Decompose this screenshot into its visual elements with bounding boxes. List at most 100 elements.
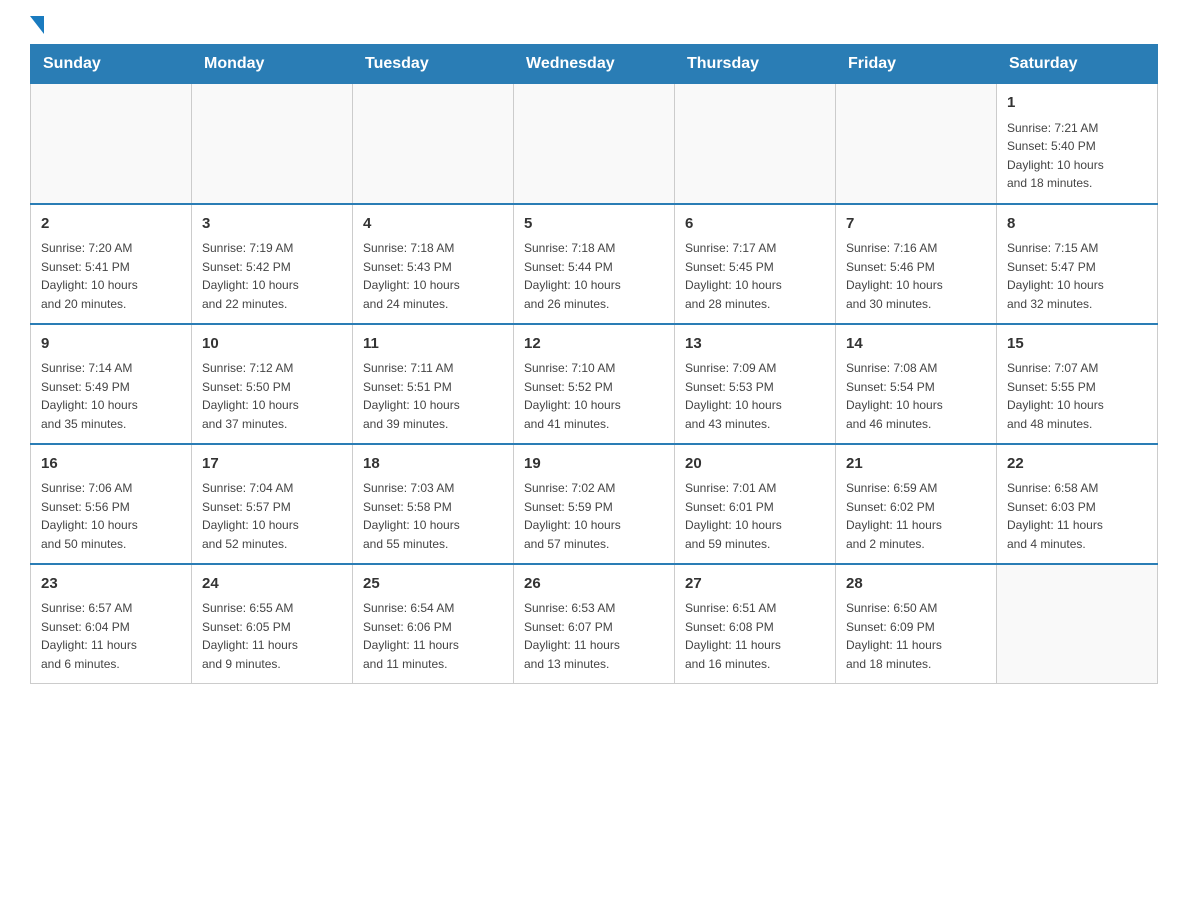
day-info: Sunrise: 6:53 AMSunset: 6:07 PMDaylight:… <box>524 599 664 673</box>
day-info: Sunrise: 7:21 AMSunset: 5:40 PMDaylight:… <box>1007 119 1147 193</box>
calendar-day-cell: 6 Sunrise: 7:17 AMSunset: 5:45 PMDaylight… <box>675 204 836 324</box>
day-number: 1 <box>1007 92 1147 115</box>
calendar-day-cell: 24 Sunrise: 6:55 AMSunset: 6:05 PMDayligh… <box>192 564 353 684</box>
calendar-day-cell: 23 Sunrise: 6:57 AMSunset: 6:04 PMDayligh… <box>31 564 192 684</box>
logo-triangle-icon <box>30 16 44 34</box>
day-of-week-header: Friday <box>836 45 997 84</box>
calendar-day-cell <box>675 84 836 204</box>
day-number: 12 <box>524 333 664 356</box>
calendar-day-cell: 4 Sunrise: 7:18 AMSunset: 5:43 PMDaylight… <box>353 204 514 324</box>
day-number: 24 <box>202 573 342 596</box>
day-number: 7 <box>846 213 986 236</box>
day-info: Sunrise: 7:11 AMSunset: 5:51 PMDaylight:… <box>363 359 503 433</box>
day-number: 4 <box>363 213 503 236</box>
day-info: Sunrise: 7:20 AMSunset: 5:41 PMDaylight:… <box>41 239 181 313</box>
calendar-day-cell: 13Sunrise: 7:09 AMSunset: 5:53 PMDayligh… <box>675 324 836 444</box>
day-number: 11 <box>363 333 503 356</box>
day-number: 6 <box>685 213 825 236</box>
day-of-week-header: Monday <box>192 45 353 84</box>
day-number: 28 <box>846 573 986 596</box>
day-info: Sunrise: 6:54 AMSunset: 6:06 PMDaylight:… <box>363 599 503 673</box>
calendar-day-cell: 16 Sunrise: 7:06 AMSunset: 5:56 PMDayligh… <box>31 444 192 564</box>
day-info: Sunrise: 6:57 AMSunset: 6:04 PMDaylight:… <box>41 599 181 673</box>
day-number: 16 <box>41 453 181 476</box>
calendar-week-row: 9 Sunrise: 7:14 AMSunset: 5:49 PMDaylight… <box>31 324 1158 444</box>
logo <box>30 20 44 34</box>
day-number: 18 <box>363 453 503 476</box>
day-number: 3 <box>202 213 342 236</box>
day-info: Sunrise: 7:17 AMSunset: 5:45 PMDaylight:… <box>685 239 825 313</box>
day-number: 17 <box>202 453 342 476</box>
calendar-day-cell: 14Sunrise: 7:08 AMSunset: 5:54 PMDayligh… <box>836 324 997 444</box>
day-info: Sunrise: 6:50 AMSunset: 6:09 PMDaylight:… <box>846 599 986 673</box>
calendar-table: SundayMondayTuesdayWednesdayThursdayFrid… <box>30 44 1158 684</box>
calendar-day-cell: 2 Sunrise: 7:20 AMSunset: 5:41 PMDaylight… <box>31 204 192 324</box>
calendar-day-cell <box>192 84 353 204</box>
calendar-day-cell: 10 Sunrise: 7:12 AMSunset: 5:50 PMDayligh… <box>192 324 353 444</box>
calendar-day-cell: 9 Sunrise: 7:14 AMSunset: 5:49 PMDaylight… <box>31 324 192 444</box>
day-number: 27 <box>685 573 825 596</box>
day-info: Sunrise: 7:10 AMSunset: 5:52 PMDaylight:… <box>524 359 664 433</box>
day-info: Sunrise: 7:19 AMSunset: 5:42 PMDaylight:… <box>202 239 342 313</box>
calendar-day-cell <box>31 84 192 204</box>
day-info: Sunrise: 7:18 AMSunset: 5:43 PMDaylight:… <box>363 239 503 313</box>
calendar-day-cell: 7Sunrise: 7:16 AMSunset: 5:46 PMDaylight… <box>836 204 997 324</box>
day-info: Sunrise: 7:04 AMSunset: 5:57 PMDaylight:… <box>202 479 342 553</box>
day-info: Sunrise: 7:07 AMSunset: 5:55 PMDaylight:… <box>1007 359 1147 433</box>
day-info: Sunrise: 7:15 AMSunset: 5:47 PMDaylight:… <box>1007 239 1147 313</box>
day-number: 25 <box>363 573 503 596</box>
day-info: Sunrise: 6:59 AMSunset: 6:02 PMDaylight:… <box>846 479 986 553</box>
day-of-week-header: Saturday <box>997 45 1158 84</box>
calendar-day-cell: 15 Sunrise: 7:07 AMSunset: 5:55 PMDayligh… <box>997 324 1158 444</box>
calendar-day-cell: 25 Sunrise: 6:54 AMSunset: 6:06 PMDayligh… <box>353 564 514 684</box>
calendar-day-cell: 1 Sunrise: 7:21 AMSunset: 5:40 PMDaylight… <box>997 84 1158 204</box>
calendar-day-cell: 3 Sunrise: 7:19 AMSunset: 5:42 PMDaylight… <box>192 204 353 324</box>
calendar-day-cell: 17 Sunrise: 7:04 AMSunset: 5:57 PMDayligh… <box>192 444 353 564</box>
page-header <box>30 20 1158 34</box>
day-info: Sunrise: 7:01 AMSunset: 6:01 PMDaylight:… <box>685 479 825 553</box>
day-number: 21 <box>846 453 986 476</box>
calendar-day-cell: 18 Sunrise: 7:03 AMSunset: 5:58 PMDayligh… <box>353 444 514 564</box>
day-number: 9 <box>41 333 181 356</box>
day-number: 2 <box>41 213 181 236</box>
calendar-day-cell: 22Sunrise: 6:58 AMSunset: 6:03 PMDayligh… <box>997 444 1158 564</box>
day-info: Sunrise: 6:55 AMSunset: 6:05 PMDaylight:… <box>202 599 342 673</box>
calendar-day-cell <box>514 84 675 204</box>
calendar-header-row: SundayMondayTuesdayWednesdayThursdayFrid… <box>31 45 1158 84</box>
day-number: 10 <box>202 333 342 356</box>
day-number: 20 <box>685 453 825 476</box>
day-of-week-header: Tuesday <box>353 45 514 84</box>
day-info: Sunrise: 7:14 AMSunset: 5:49 PMDaylight:… <box>41 359 181 433</box>
calendar-day-cell: 26 Sunrise: 6:53 AMSunset: 6:07 PMDayligh… <box>514 564 675 684</box>
calendar-day-cell: 8 Sunrise: 7:15 AMSunset: 5:47 PMDaylight… <box>997 204 1158 324</box>
calendar-day-cell <box>836 84 997 204</box>
calendar-week-row: 23 Sunrise: 6:57 AMSunset: 6:04 PMDayligh… <box>31 564 1158 684</box>
day-number: 19 <box>524 453 664 476</box>
day-info: Sunrise: 6:58 AMSunset: 6:03 PMDaylight:… <box>1007 479 1147 553</box>
calendar-day-cell: 28 Sunrise: 6:50 AMSunset: 6:09 PMDayligh… <box>836 564 997 684</box>
day-number: 26 <box>524 573 664 596</box>
day-info: Sunrise: 7:12 AMSunset: 5:50 PMDaylight:… <box>202 359 342 433</box>
calendar-week-row: 1 Sunrise: 7:21 AMSunset: 5:40 PMDaylight… <box>31 84 1158 204</box>
day-info: Sunrise: 7:06 AMSunset: 5:56 PMDaylight:… <box>41 479 181 553</box>
day-of-week-header: Wednesday <box>514 45 675 84</box>
day-number: 14 <box>846 333 986 356</box>
calendar-day-cell: 27 Sunrise: 6:51 AMSunset: 6:08 PMDayligh… <box>675 564 836 684</box>
day-of-week-header: Sunday <box>31 45 192 84</box>
calendar-day-cell: 12 Sunrise: 7:10 AMSunset: 5:52 PMDayligh… <box>514 324 675 444</box>
day-number: 5 <box>524 213 664 236</box>
calendar-day-cell <box>997 564 1158 684</box>
calendar-day-cell: 5 Sunrise: 7:18 AMSunset: 5:44 PMDaylight… <box>514 204 675 324</box>
calendar-day-cell: 21 Sunrise: 6:59 AMSunset: 6:02 PMDayligh… <box>836 444 997 564</box>
day-info: Sunrise: 6:51 AMSunset: 6:08 PMDaylight:… <box>685 599 825 673</box>
day-info: Sunrise: 7:18 AMSunset: 5:44 PMDaylight:… <box>524 239 664 313</box>
day-number: 23 <box>41 573 181 596</box>
calendar-day-cell <box>353 84 514 204</box>
day-info: Sunrise: 7:03 AMSunset: 5:58 PMDaylight:… <box>363 479 503 553</box>
calendar-day-cell: 11 Sunrise: 7:11 AMSunset: 5:51 PMDayligh… <box>353 324 514 444</box>
day-number: 8 <box>1007 213 1147 236</box>
day-of-week-header: Thursday <box>675 45 836 84</box>
calendar-week-row: 16 Sunrise: 7:06 AMSunset: 5:56 PMDayligh… <box>31 444 1158 564</box>
calendar-day-cell: 20 Sunrise: 7:01 AMSunset: 6:01 PMDayligh… <box>675 444 836 564</box>
day-number: 15 <box>1007 333 1147 356</box>
